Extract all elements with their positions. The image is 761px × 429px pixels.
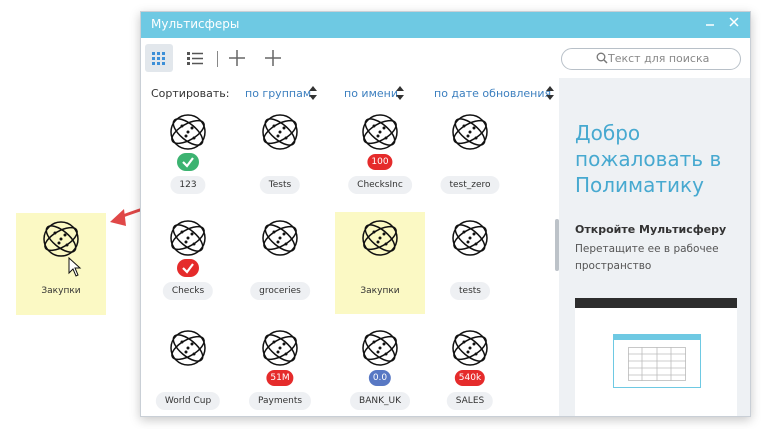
cube-item[interactable]: tests bbox=[425, 212, 515, 314]
sort-label: Сортировать: bbox=[151, 87, 230, 100]
check-badge-icon bbox=[177, 153, 199, 171]
cube-name: 123 bbox=[170, 176, 206, 194]
cube-name: Закупки bbox=[41, 286, 81, 296]
globe-icon bbox=[262, 114, 298, 150]
cube-item[interactable]: groceries bbox=[235, 212, 325, 314]
cube-item[interactable]: 0.0 BANK_UK bbox=[335, 322, 425, 416]
toolbar: Текст для поиска bbox=[141, 38, 750, 78]
window-title: Мультисферы bbox=[151, 17, 240, 31]
welcome-panel: Добро пожаловать в Полиматику Откройте М… bbox=[559, 78, 750, 416]
globe-icon bbox=[362, 330, 398, 366]
cube-name: ChecksInc bbox=[348, 176, 412, 194]
count-badge: 100 bbox=[367, 154, 393, 170]
search-input[interactable]: Текст для поиска bbox=[561, 48, 741, 70]
search-placeholder: Текст для поиска bbox=[608, 52, 710, 65]
grid-view-icon[interactable] bbox=[145, 44, 173, 72]
minimize-icon[interactable] bbox=[700, 14, 720, 34]
sort-by-date[interactable]: по дате обновления bbox=[434, 87, 551, 100]
globe-icon bbox=[262, 220, 298, 256]
count-badge: 0.0 bbox=[368, 370, 392, 386]
multispheres-window: Мультисферы Текст для поиска Сортировать… bbox=[140, 11, 751, 417]
search-icon bbox=[596, 52, 608, 64]
list-view-icon[interactable] bbox=[181, 44, 209, 72]
count-badge: 540k bbox=[454, 370, 486, 386]
sort-arrows-icon bbox=[546, 86, 554, 100]
sort-by-group[interactable]: по группам bbox=[245, 87, 311, 100]
cube-item[interactable]: Checks bbox=[143, 212, 233, 314]
cube-name: Tests bbox=[259, 176, 301, 194]
dragged-cube[interactable]: Закупки bbox=[16, 213, 106, 315]
globe-icon bbox=[170, 114, 206, 150]
toolbar-separator bbox=[217, 51, 218, 67]
sort-bar: Сортировать: по группам по имени по дате… bbox=[141, 80, 559, 106]
cube-item[interactable]: test_zero bbox=[425, 106, 515, 208]
cube-item[interactable]: Закупки bbox=[335, 212, 425, 314]
preview-window bbox=[613, 334, 701, 388]
check-badge-icon bbox=[177, 259, 199, 277]
sort-arrows-icon bbox=[309, 86, 317, 100]
close-icon[interactable] bbox=[724, 14, 744, 34]
sort-arrows-icon bbox=[396, 86, 404, 100]
cube-name: World Cup bbox=[155, 392, 221, 410]
cube-item[interactable]: Tests bbox=[235, 106, 325, 208]
globe-icon bbox=[262, 330, 298, 366]
globe-icon bbox=[43, 221, 79, 257]
cube-name: groceries bbox=[250, 282, 310, 300]
globe-icon bbox=[362, 220, 398, 256]
cube-name: Checks bbox=[162, 282, 214, 300]
cursor-icon bbox=[68, 257, 82, 277]
cube-item[interactable]: World Cup bbox=[143, 322, 233, 416]
cube-item[interactable]: 100 ChecksInc bbox=[335, 106, 425, 208]
cube-name: tests bbox=[450, 282, 490, 300]
cube-name: Закупки bbox=[360, 286, 400, 296]
panel-text: Перетащите ее в рабочее пространство bbox=[575, 243, 719, 272]
plus-icon[interactable] bbox=[259, 44, 287, 72]
cube-grid: 123 Tests 100 ChecksInc test_zero Checks groce… bbox=[141, 106, 559, 416]
globe-icon bbox=[170, 330, 206, 366]
cube-name: test_zero bbox=[440, 176, 500, 194]
cube-item[interactable]: 51M Payments bbox=[235, 322, 325, 416]
globe-icon bbox=[452, 114, 488, 150]
title-bar: Мультисферы bbox=[141, 12, 750, 38]
welcome-title: Добро пожаловать в Полиматику bbox=[575, 121, 722, 197]
globe-icon bbox=[452, 330, 488, 366]
count-badge: 51M bbox=[266, 370, 294, 386]
cube-item[interactable]: 540k SALES bbox=[425, 322, 515, 416]
workspace-preview bbox=[575, 298, 737, 416]
globe-icon bbox=[452, 220, 488, 256]
cube-name: SALES bbox=[446, 392, 494, 410]
plus-icon[interactable] bbox=[223, 44, 251, 72]
panel-heading: Откройте Мультисферу bbox=[575, 223, 727, 236]
globe-icon bbox=[170, 220, 206, 256]
cube-item[interactable]: 123 bbox=[143, 106, 233, 208]
sort-by-name[interactable]: по имени bbox=[344, 87, 398, 100]
cube-name: Payments bbox=[248, 392, 312, 410]
globe-icon bbox=[362, 114, 398, 150]
cube-name: BANK_UK bbox=[350, 392, 410, 410]
